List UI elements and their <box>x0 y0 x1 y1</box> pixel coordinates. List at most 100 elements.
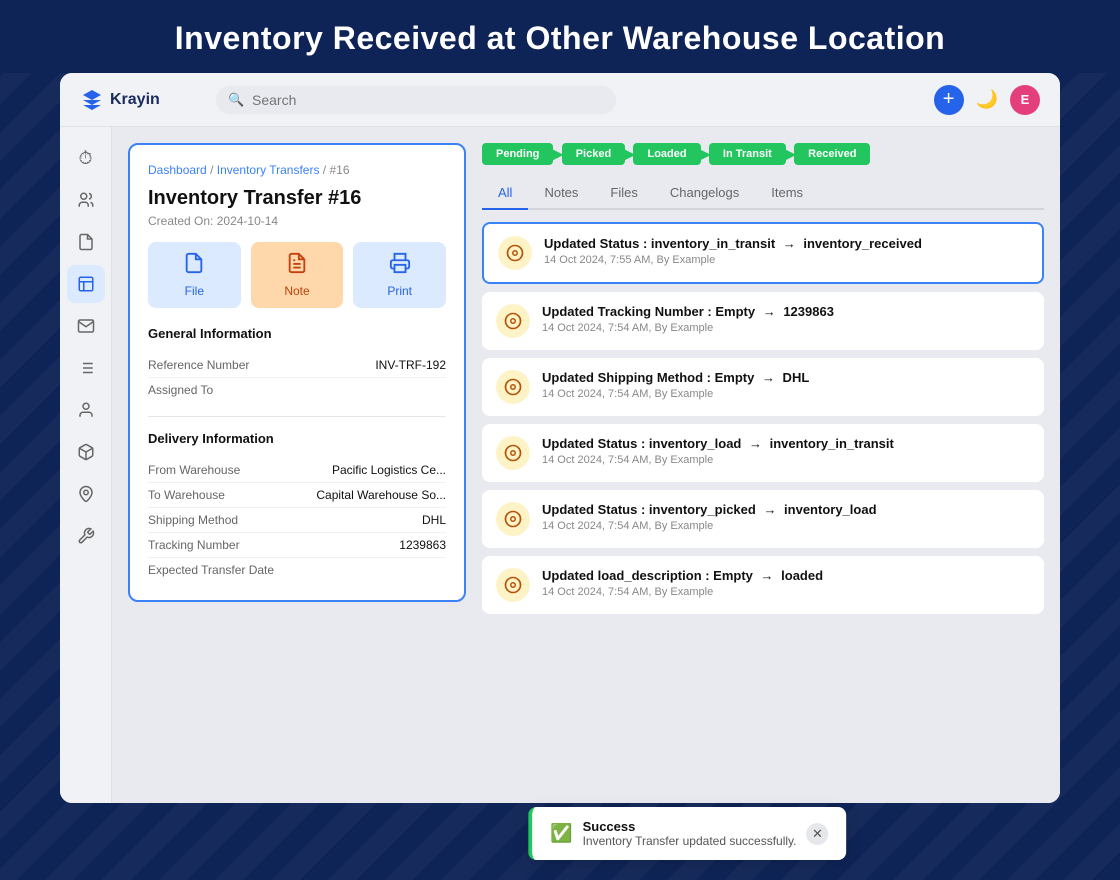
right-panel: Pending ▶ Picked ▶ Loaded ▶ In Transit ▶ <box>482 127 1060 803</box>
logo-text: Krayin <box>110 91 160 109</box>
assigned-label: Assigned To <box>148 383 213 397</box>
toast-notification: ✅ Success Inventory Transfer updated suc… <box>528 807 846 860</box>
detail-card: Dashboard / Inventory Transfers / #16 In… <box>128 143 466 602</box>
activity-icon-5 <box>496 502 530 536</box>
activity-title-5: Updated Status : inventory_picked → inve… <box>542 502 1030 517</box>
info-row-tracking: Tracking Number 1239863 <box>148 533 446 558</box>
from-label: From Warehouse <box>148 463 240 477</box>
sidebar-item-clock[interactable]: ⏱ <box>67 139 105 177</box>
status-pill-received[interactable]: Received <box>794 143 870 165</box>
breadcrumb-id: #16 <box>329 163 349 177</box>
toast-close-button[interactable]: ✕ <box>806 823 828 845</box>
activity-content-3: Updated Shipping Method : Empty → DHL 14… <box>542 370 1030 400</box>
activity-icon-2 <box>496 304 530 338</box>
activity-title-4: Updated Status : inventory_load → invent… <box>542 436 1030 451</box>
status-step-picked: Picked <box>562 143 625 165</box>
breadcrumb-dashboard[interactable]: Dashboard <box>148 163 207 177</box>
sidebar: ⏱ <box>60 127 112 803</box>
activity-icon-4 <box>496 436 530 470</box>
activity-title-1: Updated Status : inventory_in_transit → … <box>544 236 1028 251</box>
navbar-right: + 🌙 E <box>934 85 1040 115</box>
note-button-label: Note <box>284 284 309 298</box>
info-row-from: From Warehouse Pacific Logistics Ce... <box>148 458 446 483</box>
status-bar: Pending ▶ Picked ▶ Loaded ▶ In Transit ▶ <box>482 143 1044 165</box>
activity-feed: Updated Status : inventory_in_transit → … <box>482 222 1044 787</box>
activity-content-4: Updated Status : inventory_load → invent… <box>542 436 1030 466</box>
activity-item-6: Updated load_description : Empty → loade… <box>482 556 1044 614</box>
logo-icon <box>80 88 104 112</box>
toast-body: Success Inventory Transfer updated succe… <box>583 819 797 848</box>
status-pill-loaded[interactable]: Loaded <box>633 143 700 165</box>
toast-success-icon: ✅ <box>550 823 572 844</box>
sidebar-item-transfers[interactable] <box>67 265 105 303</box>
activity-icon-1 <box>498 236 532 270</box>
activity-icon-6 <box>496 568 530 602</box>
activity-content-2: Updated Tracking Number : Empty → 123986… <box>542 304 1030 334</box>
tab-items[interactable]: Items <box>755 177 819 210</box>
tab-changelogs[interactable]: Changelogs <box>654 177 755 210</box>
sidebar-item-tools[interactable] <box>67 517 105 555</box>
activity-time-1: 14 Oct 2024, 7:55 AM, By Example <box>544 254 1028 266</box>
sidebar-item-list[interactable] <box>67 349 105 387</box>
status-pill-pending[interactable]: Pending <box>482 143 553 165</box>
sidebar-item-mail[interactable] <box>67 307 105 345</box>
note-button[interactable]: Note <box>251 242 344 308</box>
top-banner: Inventory Received at Other Warehouse Lo… <box>0 0 1120 73</box>
shipping-label: Shipping Method <box>148 513 238 527</box>
status-step-loaded: Loaded <box>633 143 700 165</box>
search-input[interactable] <box>216 86 616 114</box>
sidebar-item-contacts[interactable] <box>67 181 105 219</box>
page-title: Inventory Received at Other Warehouse Lo… <box>40 20 1080 57</box>
info-row-assigned: Assigned To <box>148 378 446 402</box>
to-label: To Warehouse <box>148 488 225 502</box>
status-pill-transit[interactable]: In Transit <box>709 143 786 165</box>
search-icon: 🔍 <box>228 92 244 108</box>
activity-content-1: Updated Status : inventory_in_transit → … <box>544 236 1028 266</box>
info-row-to: To Warehouse Capital Warehouse So... <box>148 483 446 508</box>
tab-files[interactable]: Files <box>594 177 653 210</box>
activity-item-5: Updated Status : inventory_picked → inve… <box>482 490 1044 548</box>
tracking-label: Tracking Number <box>148 538 240 552</box>
activity-time-6: 14 Oct 2024, 7:54 AM, By Example <box>542 586 1030 598</box>
general-info: Reference Number INV-TRF-192 Assigned To <box>148 353 446 402</box>
tab-notes[interactable]: Notes <box>528 177 594 210</box>
info-row-reference: Reference Number INV-TRF-192 <box>148 353 446 378</box>
status-step-received: Received <box>794 143 870 165</box>
file-button-label: File <box>185 284 204 298</box>
activity-time-4: 14 Oct 2024, 7:54 AM, By Example <box>542 454 1030 466</box>
to-value: Capital Warehouse So... <box>316 488 446 502</box>
file-button[interactable]: File <box>148 242 241 308</box>
sidebar-item-user[interactable] <box>67 391 105 429</box>
activity-icon-3 <box>496 370 530 404</box>
activity-title-2: Updated Tracking Number : Empty → 123986… <box>542 304 1030 319</box>
sidebar-item-files[interactable] <box>67 223 105 261</box>
print-button[interactable]: Print <box>353 242 446 308</box>
app-body: ⏱ <box>60 127 1060 803</box>
breadcrumb-transfers[interactable]: Inventory Transfers <box>217 163 320 177</box>
print-icon <box>389 252 411 280</box>
add-button[interactable]: + <box>934 85 964 115</box>
status-step-transit: In Transit <box>709 143 786 165</box>
dark-mode-button[interactable]: 🌙 <box>976 89 998 110</box>
logo: Krayin <box>80 88 200 112</box>
activity-title-3: Updated Shipping Method : Empty → DHL <box>542 370 1030 385</box>
left-panel: Dashboard / Inventory Transfers / #16 In… <box>112 127 482 803</box>
app-container: Krayin 🔍 + 🌙 E ⏱ <box>60 73 1060 803</box>
activity-item-2: Updated Tracking Number : Empty → 123986… <box>482 292 1044 350</box>
status-pill-picked[interactable]: Picked <box>562 143 625 165</box>
activity-time-5: 14 Oct 2024, 7:54 AM, By Example <box>542 520 1030 532</box>
sidebar-item-box[interactable] <box>67 433 105 471</box>
note-icon <box>286 252 308 280</box>
sidebar-item-location[interactable] <box>67 475 105 513</box>
tab-all[interactable]: All <box>482 177 528 210</box>
reference-label: Reference Number <box>148 358 249 372</box>
expected-label: Expected Transfer Date <box>148 563 274 577</box>
section-divider <box>148 416 446 417</box>
info-row-expected: Expected Transfer Date <box>148 558 446 582</box>
activity-content-5: Updated Status : inventory_picked → inve… <box>542 502 1030 532</box>
toast-title: Success <box>583 819 797 834</box>
avatar: E <box>1010 85 1040 115</box>
activity-item-3: Updated Shipping Method : Empty → DHL 14… <box>482 358 1044 416</box>
search-container: 🔍 <box>216 86 616 114</box>
print-button-label: Print <box>387 284 412 298</box>
